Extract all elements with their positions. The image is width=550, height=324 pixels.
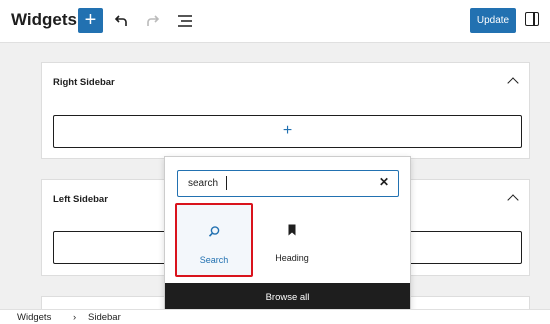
block-option-search[interactable]: Search (175, 203, 253, 277)
breadcrumb-item-sidebar[interactable]: Sidebar (88, 312, 121, 323)
undo-icon[interactable] (111, 11, 131, 31)
chevron-up-icon[interactable] (507, 77, 519, 89)
browse-all-button[interactable]: Browse all (165, 283, 410, 312)
block-option-label: Heading (275, 253, 309, 263)
list-view-icon[interactable] (175, 11, 195, 31)
top-toolbar: Widgets + Update (0, 0, 550, 43)
sidebar-toggle-icon[interactable] (525, 12, 539, 26)
block-appender[interactable]: + (53, 115, 522, 148)
close-icon[interactable]: ✕ (379, 175, 389, 189)
bookmark-icon (288, 224, 296, 236)
breadcrumb-item-widgets[interactable]: Widgets (17, 312, 51, 323)
add-block-button[interactable]: + (78, 8, 103, 33)
redo-icon[interactable] (143, 11, 163, 31)
chevron-right-icon: › (73, 312, 77, 323)
block-option-label: Search (199, 255, 229, 265)
breadcrumb: Widgets › Sidebar (0, 309, 550, 324)
widget-area-right-sidebar: Right Sidebar + (41, 62, 530, 159)
plus-icon: + (282, 122, 293, 139)
page-title: Widgets (11, 10, 77, 29)
block-option-heading[interactable]: Heading (253, 203, 331, 277)
search-icon (208, 226, 220, 237)
update-button[interactable]: Update (470, 8, 516, 33)
widget-area-title: Left Sidebar (53, 194, 108, 205)
chevron-up-icon[interactable] (507, 194, 519, 206)
widget-area-title: Right Sidebar (53, 77, 115, 88)
block-inserter-popover: search ✕ Search Heading Browse all (164, 156, 411, 313)
text-caret (226, 176, 227, 190)
block-search-input[interactable]: search ✕ (177, 170, 399, 197)
search-input-value: search (188, 178, 219, 189)
plus-icon: + (84, 9, 97, 31)
